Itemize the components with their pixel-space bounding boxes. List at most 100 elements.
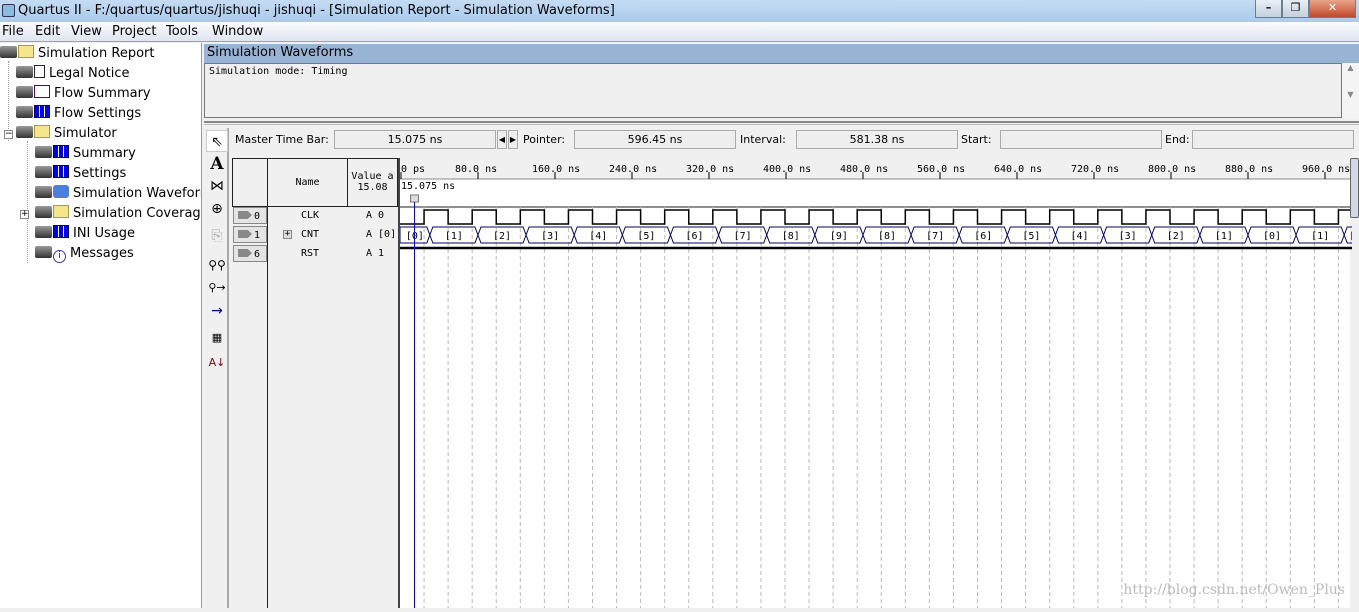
message-scrollbar[interactable]: ▲ ▼ [1342,63,1359,118]
arrow-right-icon[interactable]: → [206,300,228,322]
zoom-tool-icon[interactable]: ⊕ [206,198,228,220]
tree-item-flow-summary[interactable]: Flow Summary [16,84,151,104]
tree-label: Flow Summary [54,86,151,101]
sort-az-icon[interactable]: A↓ [206,352,228,374]
signal-row-clk[interactable]: 0 CLK A 0 [232,207,398,226]
tree-item-summary[interactable]: Summary [35,144,136,164]
menu-file[interactable]: File [2,24,24,39]
find-icon[interactable]: ⚲⚲ [206,254,228,276]
table-icon [34,85,50,98]
cnt-value-label: [1] [445,231,463,242]
tree-label: Simulation Report [38,46,155,61]
cnt-value-label: [8] [782,231,800,242]
tree-label: INI Usage [73,226,136,241]
prev-transition-button[interactable]: ◀ [497,130,507,149]
cnt-value-label: [0] [1263,231,1281,242]
minimize-button[interactable]: – [1255,0,1282,18]
time-tick-label: 960.0 ns [1302,164,1350,175]
collapse-icon[interactable]: − [4,130,13,139]
time-tick-label: 80.0 ns [455,164,497,175]
signal-value: A 0 [366,210,385,221]
signal-table: Name Value a 15.08 0 CLK A 0 1 + CNT A [0] 6 RS… [232,158,398,608]
tree-item-settings[interactable]: Settings [35,164,126,184]
cnt-value-label: [7] [734,231,752,242]
start-label: Start: [961,133,992,146]
input-pin-icon: 0 [233,207,267,224]
cnt-value-label: [5] [1022,231,1040,242]
menu-view[interactable]: View [71,24,102,39]
folder-icon [53,205,69,218]
menu-bar: File Edit View Project Tools Window [0,22,1359,42]
menu-edit[interactable]: Edit [35,24,60,39]
table-icon [53,165,69,178]
waveform-panel[interactable]: 0 ps 80.0 ns 160.0 ns 240.0 ns 320.0 ns 400.0… [398,158,1359,608]
signal-row-cnt[interactable]: 1 + CNT A [0] [232,226,398,245]
signal-name: CNT [301,229,320,240]
time-tick-label: 880.0 ns [1225,164,1273,175]
cnt-value-label: [9] [830,231,848,242]
name-header[interactable]: Name [267,158,348,207]
master-time-bar-label: Master Time Bar: [235,133,329,146]
output-pin-icon: 1 [233,226,267,243]
tree-item-simulation-report[interactable]: Simulation Report [0,44,154,64]
snap-to-grid-icon[interactable]: ▦ [206,327,228,349]
tree-item-legal-notice[interactable]: Legal Notice [16,64,130,84]
close-button[interactable]: ✕ [1309,0,1356,18]
printer-icon [16,86,33,98]
row-index: 6 [254,249,261,260]
maximize-button[interactable]: ❐ [1282,0,1309,18]
expand-icon[interactable]: + [20,210,29,219]
signal-name: RST [301,248,320,259]
row-index: 0 [254,211,261,222]
expand-bus-icon[interactable]: + [283,230,292,239]
copy-icon[interactable]: ⎘ [206,225,228,247]
clk-waveform [400,209,1352,225]
selection-tool-icon[interactable]: ⇖ [206,130,228,152]
menu-project[interactable]: Project [112,24,156,39]
panel-title: Simulation Waveforms [204,44,1359,63]
find-next-icon[interactable]: ⚲→ [206,277,228,299]
time-tick-label: 240.0 ns [609,164,657,175]
cnt-value-label: [3] [1119,231,1137,242]
waveform-chart[interactable]: 0 ps 80.0 ns 160.0 ns 240.0 ns 320.0 ns 400.0… [399,158,1359,608]
tree-item-simulator[interactable]: Simulator [16,124,117,144]
tree-item-ini-usage[interactable]: INI Usage [35,224,135,244]
printer-icon [16,106,33,118]
master-time-handle [410,194,420,203]
tree-label: Simulation Coverage [73,206,202,221]
interval-field: 581.38 ns [796,130,958,149]
row-index: 1 [254,230,261,241]
printer-icon [16,126,33,138]
cnt-value-label: [4] [1070,231,1088,242]
printer-icon [35,206,52,218]
cnt-value-label: [5] [637,231,655,242]
time-tick-label: 320.0 ns [686,164,734,175]
menu-window[interactable]: Window [212,24,263,39]
value-header[interactable]: Value a 15.08 [347,158,398,207]
signal-row-rst[interactable]: 6 RST A 1 [232,245,398,264]
tree-item-simulation-waveforms[interactable]: Simulation Waveforms [35,184,201,204]
waveform-editing-tool-icon[interactable]: ⋈ [206,175,228,197]
time-tick-label: 0 ps [401,164,425,175]
master-time-bar-field[interactable]: 15.075 ns [334,130,496,149]
tree-item-flow-settings[interactable]: Flow Settings [16,104,141,124]
title-bar: Quartus II - F:/quartus/quartus/jishuqi … [0,0,1359,22]
tree-label: Settings [73,166,127,181]
tree-item-simulation-coverage[interactable]: Simulation Coverage [35,204,202,224]
text-tool-icon[interactable]: A [206,153,228,175]
splitter[interactable] [204,121,1359,125]
menu-tools[interactable]: Tools [166,24,198,39]
tree-item-messages[interactable]: i Messages [35,244,134,264]
tree-label: Simulator [54,126,117,141]
tree-label: Legal Notice [49,66,130,81]
input-pin-icon: 6 [233,245,267,262]
waveform-icon [53,185,69,198]
waveform-toolbar: ⇖ A ⋈ ⊕ ⎘ ⚲⚲ ⚲→ → ▦ A↓ [204,128,229,608]
time-tick-label: 160.0 ns [532,164,580,175]
cnt-value-label: [1] [1311,231,1329,242]
printer-icon [35,226,52,238]
signal-value: A 1 [366,248,385,259]
waveform-vertical-scrollbar[interactable] [1350,158,1359,218]
next-transition-button[interactable]: ▶ [508,130,518,149]
signal-name: CLK [301,210,320,221]
